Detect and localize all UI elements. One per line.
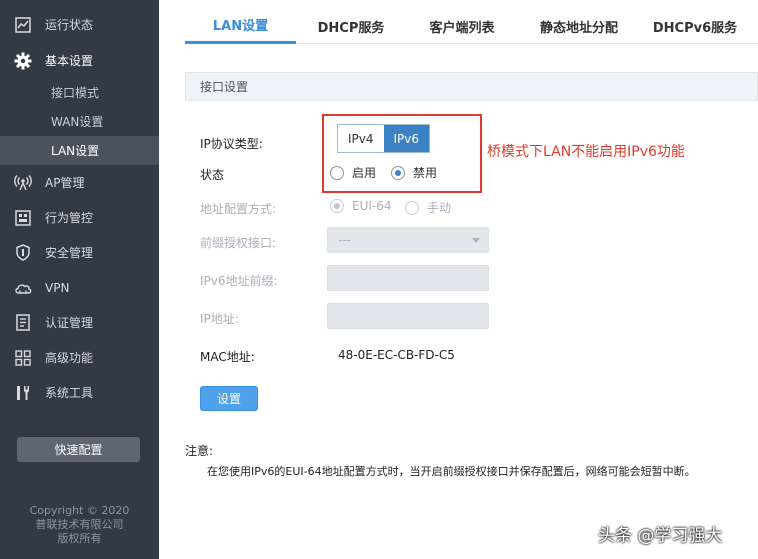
sidebar-item-status[interactable]: 运行状态 xyxy=(0,7,159,42)
tab-dhcp-service[interactable]: DHCP服务 xyxy=(300,8,402,44)
annotation-highlight-box xyxy=(322,114,482,193)
copyright: Copyright © 2020 普联技术有限公司 版权所有 xyxy=(0,504,159,546)
mac-value: 48-0E-EC-CB-FD-C5 xyxy=(338,348,455,362)
radio-circle xyxy=(330,199,344,213)
sidebar-item-label: 高级功能 xyxy=(45,351,94,365)
copyright-line: Copyright © 2020 xyxy=(29,504,130,517)
sidebar-subitem-label: 接口模式 xyxy=(51,86,100,100)
radio-label: EUI-64 xyxy=(352,199,392,213)
sidebar-item-security[interactable]: 安全管理 xyxy=(0,235,159,270)
grid-icon xyxy=(14,349,32,367)
copyright-company: 普联技术有限公司 xyxy=(35,518,124,531)
tab-client-list[interactable]: 客户端列表 xyxy=(410,8,514,44)
behavior-control-icon xyxy=(14,209,32,227)
ip-protocol-label: IP协议类型: xyxy=(200,137,263,151)
prefix-iface-select[interactable]: --- xyxy=(327,227,489,253)
addr-mode-label: 地址配置方式: xyxy=(200,202,277,216)
ipv6-prefix-input[interactable] xyxy=(327,265,489,291)
sidebar-subitem-wan-settings[interactable]: WAN设置 xyxy=(0,107,159,136)
sidebar: 运行状态 基本设置 接口模式 WAN设置 LAN设置 AP管理 行为管控 安全管… xyxy=(0,0,159,559)
addr-mode-manual-radio[interactable]: 手动 xyxy=(405,199,451,216)
copyright-rights: 版权所有 xyxy=(57,532,102,545)
sidebar-item-label: 系统工具 xyxy=(45,386,94,400)
annotation-text: 桥模式下LAN不能启用IPv6功能 xyxy=(487,144,685,160)
addr-mode-eui64-radio[interactable]: EUI-64 xyxy=(330,199,392,213)
tools-icon xyxy=(14,384,32,402)
ip-address-input[interactable] xyxy=(327,303,489,329)
sidebar-item-vpn[interactable]: VPN xyxy=(0,270,159,305)
set-button[interactable]: 设置 xyxy=(200,386,258,411)
sidebar-item-system-tools[interactable]: 系统工具 xyxy=(0,375,159,410)
sidebar-item-ap-management[interactable]: AP管理 xyxy=(0,165,159,200)
sidebar-item-label: 安全管理 xyxy=(45,246,94,260)
radio-circle xyxy=(405,200,419,215)
prefix-iface-label: 前缀授权接口: xyxy=(200,236,277,250)
tab-lan-settings[interactable]: LAN设置 xyxy=(185,8,296,44)
gear-icon xyxy=(14,52,32,70)
tab-bar: LAN设置 DHCP服务 客户端列表 静态地址分配 DHCPv6服务 xyxy=(185,8,758,44)
note-title: 注意: xyxy=(185,444,214,458)
ap-signal-icon xyxy=(14,174,32,192)
sidebar-item-auth-management[interactable]: 认证管理 xyxy=(0,305,159,340)
tab-static-address[interactable]: 静态地址分配 xyxy=(520,8,638,44)
auth-document-icon xyxy=(14,314,32,332)
chevron-down-icon xyxy=(472,238,480,243)
sidebar-item-advanced[interactable]: 高级功能 xyxy=(0,340,159,375)
ip-address-label: IP地址: xyxy=(200,312,239,326)
panel-title: 接口设置 xyxy=(185,72,758,101)
mac-label: MAC地址: xyxy=(200,350,255,364)
ipv6-prefix-label: IPv6地址前缀: xyxy=(200,274,278,288)
sidebar-item-label: VPN xyxy=(45,280,70,295)
sidebar-item-behavior-control[interactable]: 行为管控 xyxy=(0,200,159,235)
sidebar-subitem-lan-settings[interactable]: LAN设置 xyxy=(0,136,159,165)
quick-config-button[interactable]: 快速配置 xyxy=(17,437,140,462)
chart-icon xyxy=(14,16,32,34)
note-text: 在您使用IPv6的EUI-64地址配置方式时，当开启前缀授权接口并保存配置后，网… xyxy=(207,465,696,478)
status-label: 状态 xyxy=(200,168,225,182)
sidebar-item-label: 基本设置 xyxy=(45,54,94,68)
cloud-icon xyxy=(14,279,32,297)
sidebar-subitem-interface-mode[interactable]: 接口模式 xyxy=(0,78,159,107)
sidebar-item-label: 运行状态 xyxy=(45,18,94,32)
sidebar-subitem-label: WAN设置 xyxy=(51,115,104,129)
sidebar-item-label: 认证管理 xyxy=(45,316,94,330)
sidebar-subitem-label: LAN设置 xyxy=(51,144,100,158)
shield-icon xyxy=(14,244,32,262)
radio-label: 手动 xyxy=(427,201,452,215)
sidebar-item-label: AP管理 xyxy=(45,176,85,190)
tab-dhcpv6-service[interactable]: DHCPv6服务 xyxy=(640,8,750,44)
watermark: 头条 @学习强大 xyxy=(598,526,723,546)
select-value: --- xyxy=(338,233,351,247)
sidebar-item-basic-settings[interactable]: 基本设置 xyxy=(0,43,159,78)
sidebar-item-label: 行为管控 xyxy=(45,211,94,225)
